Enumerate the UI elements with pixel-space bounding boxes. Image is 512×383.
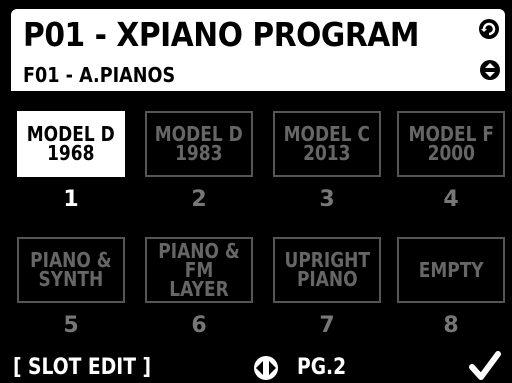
slot-tile-3[interactable]: MODEL C 2013 — [273, 111, 381, 177]
slot-label: PIANO & SYNTH — [30, 248, 112, 291]
checkmark-icon[interactable] — [469, 351, 501, 381]
up-down-icon[interactable] — [479, 59, 501, 81]
slot-edit-button[interactable]: [ SLOT EDIT ] — [13, 355, 151, 380]
program-title: P01 - XPIANO PROGRAM — [23, 15, 419, 54]
slot-number-3: 3 — [319, 187, 335, 212]
header-bar: P01 - XPIANO PROGRAM F01 - A.PIANOS — [11, 9, 505, 91]
slot-label: MODEL D 1983 — [155, 122, 243, 165]
slot-label: UPRIGHT PIANO — [284, 248, 370, 291]
slot-label: MODEL C 2013 — [283, 122, 371, 165]
refresh-icon[interactable] — [477, 17, 501, 41]
slot-label: PIANO & FM LAYER — [158, 238, 240, 301]
slot-number-5: 5 — [63, 313, 79, 338]
display-screen: P01 - XPIANO PROGRAM F01 - A.PIANOS MODE… — [11, 9, 505, 383]
slot-tile-5[interactable]: PIANO & SYNTH — [17, 237, 125, 303]
slot-number-7: 7 — [319, 313, 335, 338]
page-indicator: PG.2 — [297, 355, 347, 380]
footer-bar: [ SLOT EDIT ] PG.2 — [11, 351, 505, 383]
slot-label: MODEL F 2000 — [408, 122, 494, 165]
slot-number-1: 1 — [63, 187, 79, 212]
slot-tile-4[interactable]: MODEL F 2000 — [397, 111, 505, 177]
favorite-subtitle: F01 - A.PIANOS — [23, 63, 176, 87]
slot-label: EMPTY — [418, 257, 484, 282]
slot-tile-1[interactable]: MODEL D 1968 — [17, 111, 125, 177]
slot-label: MODEL D 1968 — [27, 122, 115, 165]
slot-tile-8[interactable]: EMPTY — [397, 237, 505, 303]
slot-number-2: 2 — [191, 187, 207, 212]
slot-number-4: 4 — [443, 187, 459, 212]
slot-tile-6[interactable]: PIANO & FM LAYER — [145, 237, 253, 303]
slot-tile-7[interactable]: UPRIGHT PIANO — [273, 237, 381, 303]
left-right-arrow-icon[interactable] — [251, 355, 281, 381]
slot-number-6: 6 — [191, 313, 207, 338]
slot-tile-2[interactable]: MODEL D 1983 — [145, 111, 253, 177]
slot-number-8: 8 — [443, 313, 459, 338]
